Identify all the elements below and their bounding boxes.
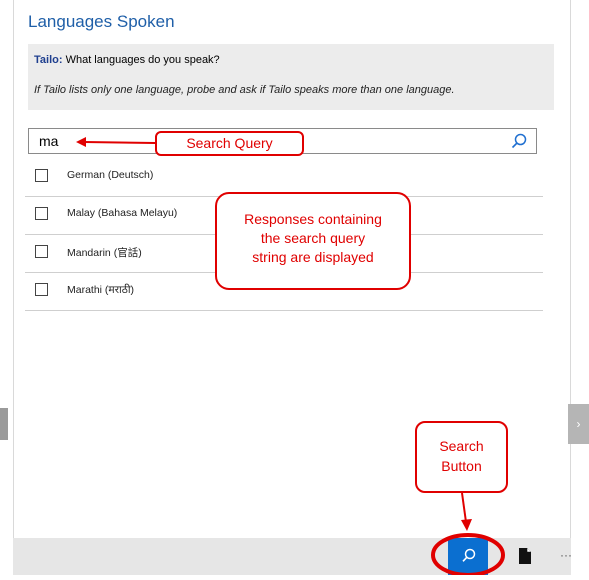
responses-callout-line: Responses containing — [244, 211, 382, 227]
question-body: What languages do you speak? — [62, 54, 220, 66]
responses-callout-line: string are displayed — [252, 249, 374, 265]
responses-callout-line: the search query — [260, 230, 366, 246]
option-label: Malay (Bahasa Melayu) — [67, 207, 178, 219]
search-query-text: ma — [39, 133, 59, 149]
option-label: Mandarin (官話) — [67, 247, 142, 259]
page-title: Languages Spoken — [28, 12, 175, 31]
option-label: German (Deutsch) — [67, 169, 154, 181]
checkbox[interactable] — [35, 283, 48, 296]
question-panel: Tailo: What languages do you speak? If T… — [28, 44, 554, 110]
search-button-callout: Search Button — [415, 421, 508, 493]
question-text: Tailo: What languages do you speak? — [34, 54, 220, 66]
search-icon[interactable] — [510, 132, 528, 150]
search-button-callout-line: Button — [441, 458, 482, 474]
checkbox[interactable] — [35, 169, 48, 182]
more-icon[interactable]: ··· — [560, 548, 572, 562]
search-query-callout: Search Query — [155, 131, 304, 156]
checkbox[interactable] — [35, 207, 48, 220]
checkbox[interactable] — [35, 245, 48, 258]
search-button-callout-line: Search — [439, 438, 484, 454]
next-page-button[interactable]: › — [568, 404, 589, 444]
document-icon[interactable] — [518, 547, 532, 565]
search-icon — [462, 548, 476, 562]
option-label: Marathi (मराठी) — [67, 284, 135, 296]
previous-page-handle[interactable] — [0, 408, 8, 440]
responses-callout: Responses containing the search query st… — [215, 192, 411, 290]
speaker-name: Tailo: — [34, 54, 63, 66]
interviewer-instruction: If Tailo lists only one language, probe … — [34, 84, 455, 96]
search-button[interactable] — [448, 538, 488, 575]
